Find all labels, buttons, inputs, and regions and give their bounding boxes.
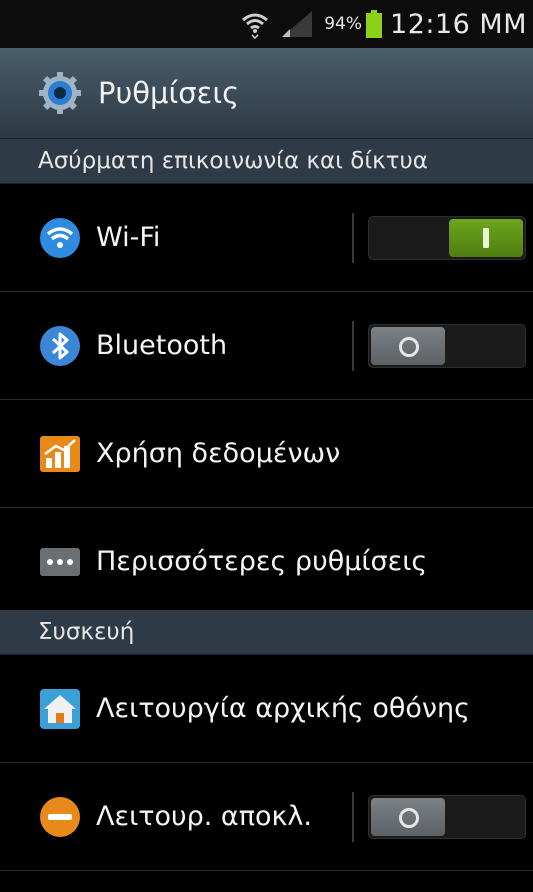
data-usage-label: Χρήση δεδομένων — [96, 438, 341, 469]
battery-percent: 94% — [324, 14, 363, 34]
settings-gear-icon — [39, 72, 81, 114]
data-usage-icon — [40, 435, 80, 472]
blocking-mode-icon — [40, 796, 80, 837]
section-header-device: Συσκευή — [0, 610, 533, 655]
divider — [352, 792, 354, 842]
section-header-wireless: Ασύρματη επικοινωνία και δίκτυα — [0, 139, 533, 184]
toggle-knob — [449, 219, 523, 257]
settings-item-data-usage[interactable]: Χρήση δεδομένων — [0, 400, 533, 508]
settings-item-home-screen-mode[interactable]: Λειτουργία αρχικής οθόνης — [0, 655, 533, 763]
blocking-mode-label: Λειτουρ. αποκλ. — [96, 801, 312, 832]
action-bar: Ρυθμίσεις — [0, 48, 533, 139]
wifi-icon — [40, 217, 80, 258]
settings-item-bluetooth[interactable]: Bluetooth — [0, 292, 533, 400]
more-icon — [40, 547, 80, 576]
wifi-icon — [242, 13, 269, 39]
more-settings-label: Περισσότερες ρυθμίσεις — [96, 546, 428, 577]
signal-icon — [282, 11, 313, 37]
wifi-label: Wi-Fi — [96, 222, 161, 253]
divider — [352, 213, 354, 263]
home-screen-mode-label: Λειτουργία αρχικής οθόνης — [96, 693, 470, 724]
battery-icon — [366, 10, 383, 38]
bluetooth-toggle[interactable] — [368, 324, 526, 368]
divider — [352, 321, 354, 371]
home-screen-icon — [40, 688, 80, 729]
toggle-knob — [371, 798, 445, 836]
page-title: Ρυθμίσεις — [98, 76, 240, 110]
bluetooth-icon — [40, 325, 80, 366]
blocking-mode-toggle[interactable] — [368, 795, 526, 839]
wifi-toggle[interactable] — [368, 216, 526, 260]
settings-item-more[interactable]: Περισσότερες ρυθμίσεις — [0, 508, 533, 616]
settings-item-blocking-mode[interactable]: Λειτουρ. αποκλ. — [0, 763, 533, 871]
settings-item-wifi[interactable]: Wi-Fi — [0, 184, 533, 292]
bluetooth-label: Bluetooth — [96, 330, 228, 361]
status-bar: 94% 12:16 MM — [0, 0, 533, 48]
toggle-knob — [371, 327, 445, 365]
clock: 12:16 MM — [390, 8, 527, 40]
